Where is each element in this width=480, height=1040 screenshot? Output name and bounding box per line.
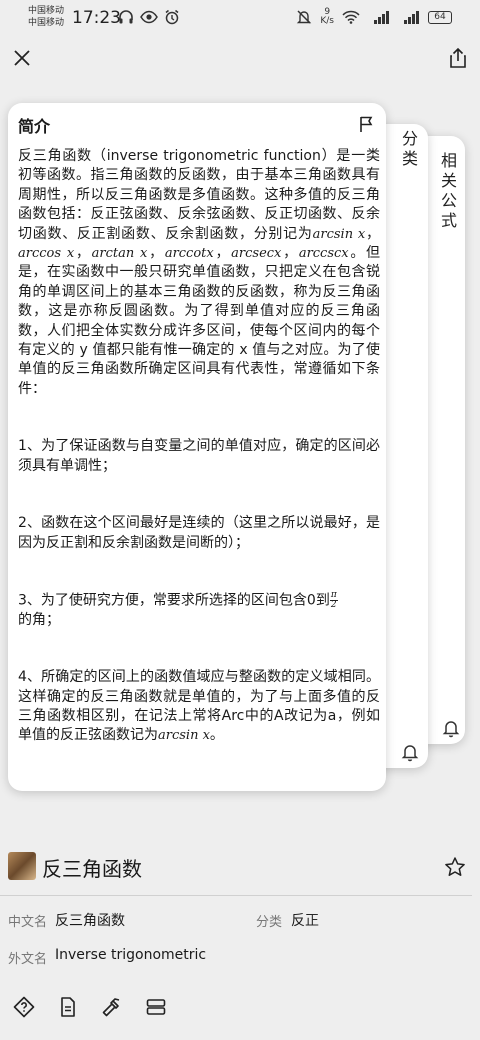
intro-card-title: 简介 [18, 117, 51, 136]
mute-icon [297, 10, 312, 24]
intro-paragraph-3: 2、函数在这个区间最好是连续的（这里之所以说最好，是因为反正割和反余割函数是间断… [18, 515, 380, 551]
layers-icon[interactable] [144, 995, 168, 1019]
math-arcsec: arcsecx [231, 246, 282, 262]
bell-icon[interactable] [441, 718, 461, 738]
intro-paragraph-1: 反三角函数（inverse trigonometric function）是一类… [18, 148, 381, 397]
math-arcsin-single: arcsin x [158, 728, 210, 744]
math-pi-over-2: π2 [329, 590, 338, 610]
net-speed: 9 K/s [320, 8, 334, 26]
share-icon[interactable] [446, 46, 470, 70]
formula-card-title: 相关公式 [438, 152, 457, 232]
signal-4g-icon-2 [404, 11, 419, 24]
flag-icon[interactable] [358, 115, 376, 133]
intro-paragraph-2: 1、为了保证函数与自变量之间的单值对应，确定的区间必须具有单调性； [18, 438, 380, 474]
wifi-icon [342, 10, 360, 24]
headphones-icon [119, 10, 133, 24]
status-icons-left [118, 9, 180, 25]
carrier-1: 中国移动 [28, 6, 65, 16]
math-arccsc: arccscx [298, 246, 349, 262]
eye-icon [140, 10, 158, 24]
intro-text-span: 3、为了使研究方便，常要求所选择的区间包含0到 [18, 592, 330, 609]
intro-text-span: 。 [209, 727, 224, 744]
status-icons-right: 9 K/s 64 [296, 8, 452, 26]
cn-name-value: 反三角函数 [55, 913, 125, 929]
intro-paragraph-4: 3、为了使研究方便，常要求所选择的区间包含0到 π 2 的角； [18, 590, 380, 630]
status-time: 17:23 [72, 8, 121, 28]
math-arccos: arccos x [18, 246, 75, 262]
entry-thumbnail [8, 852, 36, 880]
foreign-name-label: 外文名 [8, 952, 48, 967]
intro-text-span: 。但是，在实函数中一般只研究单值函数，只把定义在包含锐角的单调区间上的基本三角函… [18, 245, 381, 397]
fade-overlay [305, 905, 480, 935]
foreign-name-value: Inverse trigonometric [55, 947, 207, 963]
category-label: 分类 [256, 915, 283, 930]
bell-icon[interactable] [400, 742, 420, 762]
intro-text-span: 的角； [18, 611, 60, 628]
status-bar: 中国移动 中国移动 17:23 9 K/s 64 [0, 0, 480, 36]
intro-paragraph-5: 4、所确定的区间上的函数值域应与整函数的定义域相同。这样确定的反三角函数就是单值… [18, 668, 380, 746]
alarm-icon [165, 9, 179, 25]
close-icon[interactable] [10, 46, 34, 70]
bottom-toolbar [0, 990, 480, 1026]
intro-text: 反三角函数（inverse trigonometric function）是一类… [18, 147, 380, 746]
intro-card[interactable]: 简介 反三角函数（inverse trigonometric function）… [8, 103, 386, 791]
entry-title: 反三角函数 [42, 857, 142, 881]
math-arccot: arccotx [164, 246, 214, 262]
cn-name-label: 中文名 [8, 915, 48, 930]
document-icon[interactable] [56, 995, 80, 1019]
category-card-title: 分类 [399, 130, 418, 170]
math-arcsin: arcsin x [312, 226, 366, 242]
net-speed-unit: K/s [320, 16, 334, 26]
battery-indicator: 64 [428, 10, 452, 24]
divider [0, 895, 472, 896]
carrier-labels: 中国移动 中国移动 [28, 5, 64, 29]
star-icon[interactable] [444, 856, 466, 878]
help-icon[interactable] [12, 995, 36, 1019]
hammer-icon[interactable] [100, 995, 124, 1019]
carrier-2: 中国移动 [28, 18, 65, 28]
fraction-denominator: 2 [330, 599, 337, 610]
math-arctan: arctan x [91, 246, 148, 262]
signal-4g-icon-1 [374, 11, 389, 24]
